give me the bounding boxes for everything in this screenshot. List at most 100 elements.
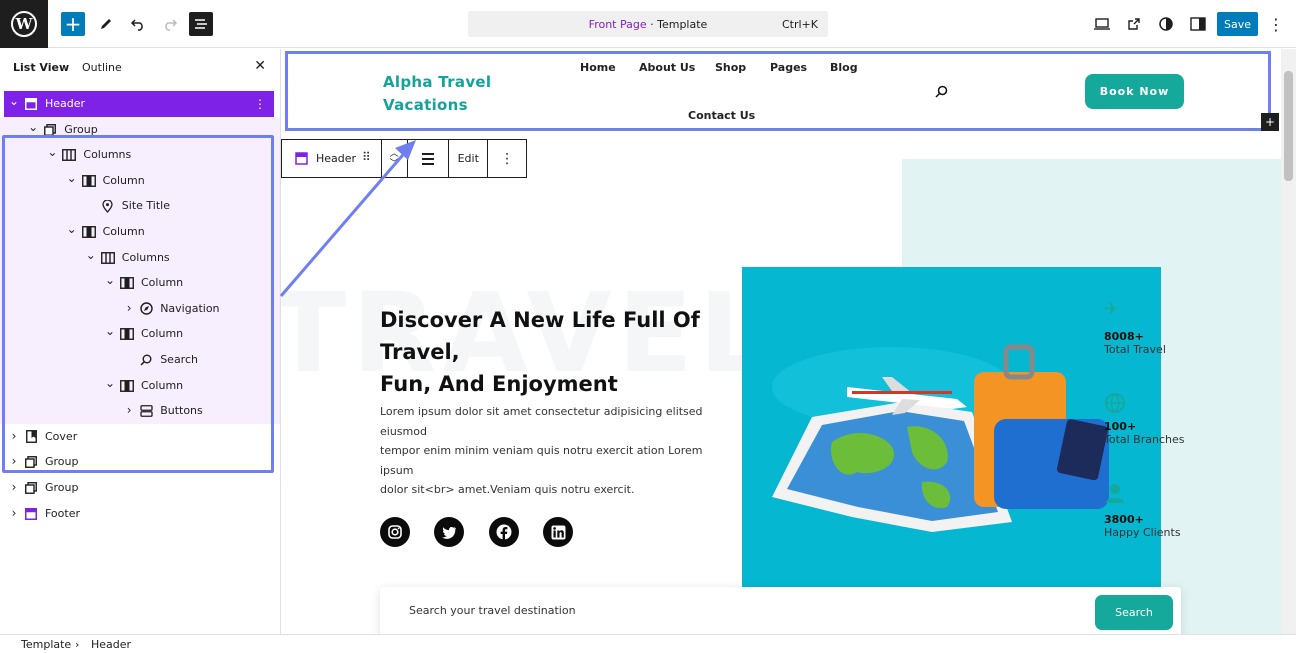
columns-icon (100, 251, 115, 265)
list-view-item-label: Column (141, 276, 184, 290)
nav-about-us[interactable]: About Us (639, 61, 695, 74)
list-view-item-group[interactable]: › Group (0, 449, 280, 475)
site-title[interactable]: Alpha Travel Vacations (383, 71, 491, 117)
list-view-item-navigation[interactable]: › Navigation (0, 295, 280, 322)
chevron-right-icon[interactable]: › (8, 506, 20, 520)
save-button[interactable]: Save (1217, 12, 1258, 36)
hero-title-line-3: Fun, And Enjoyment (380, 372, 618, 396)
navigation-icon (139, 302, 153, 316)
align-button[interactable] (408, 140, 450, 177)
list-view-item-footer[interactable]: › Footer (0, 501, 280, 527)
options-kebab-icon[interactable]: ⋮ (1264, 12, 1288, 36)
chevron-down-icon[interactable]: ⌄ (27, 120, 39, 134)
block-options-icon[interactable]: ⋮ (488, 140, 526, 177)
chevron-down-icon[interactable]: ⌄ (46, 145, 58, 159)
group-icon (24, 481, 38, 495)
site-header-block[interactable]: Alpha Travel Vacations Home About Us Sho… (285, 51, 1271, 131)
breadcrumb-template[interactable]: Template (21, 638, 71, 651)
list-view-item-cover[interactable]: › Cover (0, 424, 280, 450)
block-type-switcher[interactable]: Header ⠿ (282, 140, 382, 177)
column-icon (81, 174, 96, 188)
canvas-scrollbar[interactable] (1281, 49, 1296, 634)
globe-icon (1104, 392, 1126, 414)
breadcrumb-header[interactable]: Header (91, 638, 131, 651)
block-toolbar: Header ⠿ ︿ ﹀ Edit ⋮ (281, 139, 527, 178)
device-preview-icon[interactable] (1090, 12, 1114, 36)
wordpress-logo-button[interactable]: W (0, 0, 48, 48)
list-view-item-column[interactable]: ⌄ Column (0, 372, 280, 399)
chevron-down-icon[interactable]: ⌄ (104, 376, 116, 390)
instagram-icon[interactable] (380, 517, 410, 547)
list-view-item-buttons[interactable]: › Buttons (0, 398, 280, 424)
chevron-right-icon[interactable]: › (123, 301, 135, 315)
item-options-icon[interactable]: ⋮ (254, 97, 266, 111)
search-button[interactable]: Search (1095, 595, 1173, 630)
move-up-icon[interactable]: ︿ (390, 149, 399, 159)
redo-button[interactable] (158, 12, 182, 36)
chevron-right-icon[interactable]: › (123, 403, 135, 417)
linkedin-icon[interactable] (543, 517, 573, 547)
close-icon[interactable]: ✕ (254, 58, 266, 74)
add-block-button[interactable]: + (61, 12, 85, 36)
facebook-icon[interactable] (489, 517, 519, 547)
header-search-icon[interactable] (935, 85, 948, 102)
column-icon (120, 276, 134, 290)
undo-button[interactable] (126, 12, 150, 36)
chevron-down-icon[interactable]: ⌄ (66, 222, 78, 236)
chevron-down-icon[interactable]: ⌄ (104, 273, 116, 287)
twitter-icon[interactable] (434, 517, 464, 547)
nav-shop[interactable]: Shop (715, 61, 746, 74)
list-view-item-site-title[interactable]: Site Title (0, 193, 280, 219)
template-part-icon (24, 97, 38, 111)
chevron-down-icon[interactable]: ⌄ (85, 248, 97, 262)
block-tree: ⌄ Header ⋮ ⌄ Group ⌄ Columns ⌄ Column Site Title ⌄… (0, 91, 280, 526)
user-icon (1104, 482, 1126, 504)
list-view-item-columns[interactable]: ⌄ Columns (0, 142, 280, 168)
settings-sidebar-icon[interactable] (1186, 12, 1210, 36)
chevron-down-icon[interactable]: ⌄ (66, 171, 78, 185)
add-block-inline-icon[interactable]: + (1261, 113, 1279, 131)
styles-icon[interactable] (1154, 12, 1178, 36)
list-view-item-label: Columns (83, 148, 132, 162)
list-view-item-column[interactable]: ⌄ Column (0, 218, 280, 245)
list-view-item-label: Cover (45, 429, 78, 443)
destination-search-input[interactable]: Search your travel destination (409, 604, 576, 617)
list-view-item-group[interactable]: › Group (0, 475, 280, 501)
hero-description: Lorem ipsum dolor sit amet consectetur a… (380, 402, 720, 500)
list-view-item-header[interactable]: ⌄ Header ⋮ (4, 91, 274, 117)
list-view-item-label: Buttons (160, 404, 203, 418)
document-command-bar[interactable]: Front Page · Template Ctrl+K (468, 11, 828, 37)
list-view-item-columns[interactable]: ⌄ Columns (0, 244, 280, 271)
tab-outline[interactable]: Outline (82, 61, 122, 74)
list-view-item-column[interactable]: ⌄ Column (0, 167, 280, 194)
chevron-down-icon[interactable]: ⌄ (8, 94, 20, 108)
search-icon (139, 353, 153, 367)
nav-home[interactable]: Home (580, 61, 616, 74)
list-view-button[interactable] (189, 12, 213, 36)
scrollbar-thumb[interactable] (1284, 71, 1293, 181)
chevron-right-icon[interactable]: › (8, 480, 20, 494)
nav-pages[interactable]: Pages (770, 61, 807, 74)
edit-button[interactable]: Edit (449, 140, 489, 177)
drag-handle-icon[interactable]: ⠿ (362, 150, 371, 164)
stat-number: 100+ (1104, 420, 1137, 433)
tools-pen-button[interactable] (94, 12, 118, 36)
nav-contact-us[interactable]: Contact Us (688, 109, 755, 122)
move-up-down-buttons[interactable]: ︿ ﹀ (382, 140, 408, 177)
chevron-right-icon[interactable]: › (8, 454, 20, 468)
list-view-item-label: Column (141, 327, 184, 341)
map-pin-icon (101, 199, 115, 213)
move-down-icon[interactable]: ﹀ (390, 159, 399, 169)
chevron-right-icon[interactable]: › (8, 429, 20, 443)
list-view-item-column[interactable]: ⌄ Column (0, 321, 280, 347)
list-view-item-column[interactable]: ⌄ Column (0, 270, 280, 296)
list-view-item-group[interactable]: ⌄ Group (0, 116, 280, 143)
list-view-item-label: Column (102, 173, 145, 187)
view-page-icon[interactable] (1122, 12, 1146, 36)
list-view-item-search[interactable]: Search (0, 346, 280, 373)
chevron-down-icon[interactable]: ⌄ (104, 324, 116, 338)
tab-list-view[interactable]: List View (13, 61, 69, 74)
nav-blog[interactable]: Blog (830, 61, 858, 74)
site-title-line-2: Vacations (383, 96, 468, 114)
book-now-button[interactable]: Book Now (1085, 74, 1184, 109)
